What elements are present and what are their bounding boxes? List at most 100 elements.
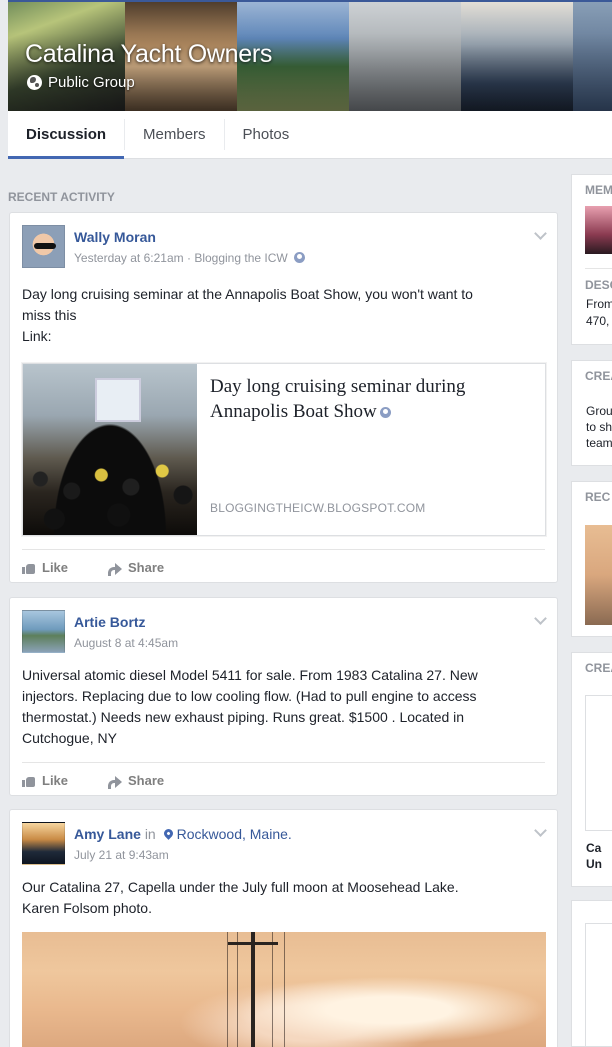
link-title-line-text: Annapolis Boat Show bbox=[210, 401, 377, 422]
feed-post: Wally Moran Yesterday at 6:21am · Bloggi… bbox=[9, 212, 558, 583]
create-heading: CREA bbox=[585, 369, 612, 383]
post-via-app[interactable]: Blogging the ICW bbox=[194, 251, 287, 265]
create-text: team bbox=[586, 436, 612, 450]
feed-post: Artie Bortz August 8 at 4:45am Universal… bbox=[9, 597, 558, 796]
author-name[interactable]: Wally Moran bbox=[74, 229, 156, 245]
sidebar-card bbox=[571, 900, 612, 1047]
description-text: 470, bbox=[586, 314, 610, 328]
post-text: Universal atomic diesel Model 5411 for s… bbox=[22, 665, 547, 749]
link-preview-card[interactable]: Day long cruising seminar during Annapol… bbox=[22, 363, 546, 536]
chevron-down-icon[interactable] bbox=[534, 612, 547, 625]
sunglasses bbox=[34, 243, 56, 249]
post-meta: Yesterday at 6:21am · Blogging the ICW bbox=[74, 251, 306, 265]
members-heading[interactable]: MEM bbox=[585, 183, 612, 197]
description-text: From bbox=[586, 297, 612, 311]
suggestion-title[interactable]: Un bbox=[586, 856, 602, 873]
projector-screen bbox=[95, 378, 141, 422]
post-text: Our Catalina 27, Capella under the July … bbox=[22, 877, 547, 919]
create-suggestion-card: CREA Ca Un bbox=[571, 652, 612, 887]
tab-photos[interactable]: Photos bbox=[225, 119, 308, 150]
members-card: MEM DESC From 470, bbox=[571, 174, 612, 345]
tab-discussion[interactable]: Discussion bbox=[8, 119, 126, 159]
chevron-down-icon[interactable] bbox=[534, 227, 547, 240]
group-privacy: Public Group bbox=[27, 74, 135, 91]
share-arrow-icon bbox=[106, 775, 123, 789]
post-actions: Like Share bbox=[22, 762, 545, 798]
avatar[interactable] bbox=[22, 610, 65, 653]
verified-badge-icon bbox=[379, 407, 391, 418]
share-label: Share bbox=[128, 773, 165, 788]
app-badge-icon bbox=[294, 252, 306, 263]
link-preview-domain: BLOGGINGTHEICW.BLOGSPOT.COM bbox=[210, 501, 426, 515]
rigging-line bbox=[272, 932, 273, 1047]
recent-photos-heading[interactable]: REC bbox=[585, 490, 610, 504]
create-text: Grou bbox=[586, 404, 612, 418]
post-timestamp[interactable]: Yesterday at 6:21am bbox=[74, 251, 184, 265]
post-text-line: Karen Folsom photo. bbox=[22, 900, 152, 916]
link-preview-image bbox=[23, 364, 197, 535]
post-photo[interactable] bbox=[22, 932, 546, 1047]
location-pin-icon bbox=[161, 827, 175, 840]
thumbs-up-icon bbox=[22, 775, 36, 787]
sidebar-card-image[interactable] bbox=[585, 923, 612, 1046]
suggestion-image[interactable] bbox=[585, 695, 612, 831]
like-button[interactable]: Like bbox=[22, 560, 68, 575]
avatar[interactable] bbox=[22, 822, 65, 865]
create-card: CREA Grou to sh team bbox=[571, 360, 612, 466]
location-link[interactable]: Rockwood, Maine. bbox=[177, 826, 292, 842]
group-title[interactable]: Catalina Yacht Owners bbox=[25, 40, 272, 69]
post-text: Day long cruising seminar at the Annapol… bbox=[22, 284, 547, 347]
link-preview-title: Day long cruising seminar during Annapol… bbox=[210, 374, 530, 424]
like-label: Like bbox=[42, 773, 69, 788]
recent-photo-thumbnail[interactable] bbox=[585, 525, 612, 625]
share-button[interactable]: Share bbox=[106, 773, 165, 789]
sailboat-spreader bbox=[228, 942, 278, 945]
like-label: Like bbox=[42, 560, 69, 575]
post-text-line: Day long cruising seminar at the Annapol… bbox=[22, 286, 473, 302]
create-text: to sh bbox=[586, 420, 612, 434]
share-button[interactable]: Share bbox=[106, 560, 165, 576]
post-text-line: Our Catalina 27, Capella under the July … bbox=[22, 879, 459, 895]
author-name[interactable]: Artie Bortz bbox=[74, 614, 146, 630]
link-title-line: Annapolis Boat Show bbox=[210, 399, 530, 424]
post-meta: July 21 at 9:43am bbox=[74, 848, 169, 862]
post-timestamp[interactable]: July 21 at 9:43am bbox=[74, 848, 169, 862]
top-accent-bar bbox=[8, 0, 612, 2]
in-text: in bbox=[144, 826, 156, 842]
chevron-down-icon[interactable] bbox=[534, 824, 547, 837]
member-avatar[interactable] bbox=[585, 206, 612, 254]
post-header: Artie Bortz bbox=[74, 614, 146, 630]
globe-icon bbox=[27, 75, 42, 90]
like-button[interactable]: Like bbox=[22, 773, 68, 788]
group-cover-photo[interactable]: Catalina Yacht Owners Public Group bbox=[8, 0, 612, 111]
description-heading: DESC bbox=[585, 278, 612, 292]
recent-photos-card: REC bbox=[571, 481, 612, 637]
create-suggestion-heading: CREA bbox=[585, 661, 612, 675]
post-header: Wally Moran bbox=[74, 229, 156, 245]
post-text-line: Link: bbox=[22, 328, 52, 344]
post-text-line: Universal atomic diesel Model 5411 for s… bbox=[22, 667, 478, 683]
divider bbox=[585, 268, 612, 269]
feed-post: Amy Lane in Rockwood, Maine. July 21 at … bbox=[9, 809, 558, 1047]
tab-members[interactable]: Members bbox=[125, 119, 225, 150]
rigging-line bbox=[284, 932, 285, 1047]
share-label: Share bbox=[128, 560, 165, 575]
suggestion-title[interactable]: Ca bbox=[586, 840, 601, 857]
post-text-line: miss this bbox=[22, 307, 77, 323]
post-actions: Like Share bbox=[22, 549, 545, 585]
sailboat-mast bbox=[251, 932, 255, 1047]
group-privacy-label: Public Group bbox=[48, 74, 135, 91]
post-text-line: Cutchogue, NY bbox=[22, 730, 117, 746]
link-title-line: Day long cruising seminar during bbox=[210, 376, 466, 397]
rigging-line bbox=[227, 932, 228, 1047]
recent-activity-heading: RECENT ACTIVITY bbox=[8, 190, 115, 204]
group-tabs: Discussion Members Photos bbox=[8, 111, 612, 159]
post-timestamp[interactable]: August 8 at 4:45am bbox=[74, 636, 178, 650]
post-text-line: injectors. Replacing due to low cooling … bbox=[22, 688, 477, 704]
audience bbox=[23, 455, 197, 535]
post-header: Amy Lane in Rockwood, Maine. bbox=[74, 826, 292, 842]
author-name[interactable]: Amy Lane bbox=[74, 826, 141, 842]
post-text-line: thermostat.) Needs new exhaust piping. R… bbox=[22, 709, 465, 725]
avatar[interactable] bbox=[22, 225, 65, 268]
post-meta: August 8 at 4:45am bbox=[74, 636, 178, 650]
